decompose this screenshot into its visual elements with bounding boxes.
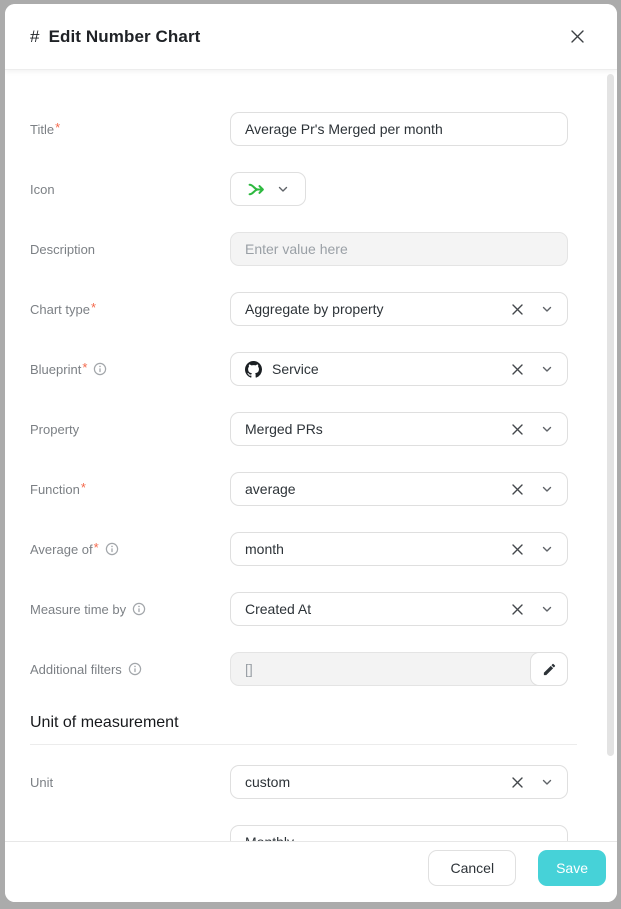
modal-form: Title* Icon: [5, 70, 617, 841]
icon-label: Icon: [30, 182, 55, 197]
pencil-icon: [542, 662, 557, 677]
chevron-down-icon[interactable]: [541, 423, 553, 435]
average-of-value: month: [245, 541, 503, 557]
additional-filters-input: [230, 652, 568, 686]
custom-unit-input[interactable]: [230, 825, 568, 841]
additional-filters-label: Additional filters: [30, 662, 122, 677]
modal-footer: Cancel Save: [5, 841, 617, 902]
form-row-custom-unit: [30, 825, 617, 841]
modal-title-text: Edit Number Chart: [49, 27, 201, 46]
clear-icon[interactable]: [511, 603, 524, 616]
title-input[interactable]: [230, 112, 568, 146]
form-row-additional-filters: Additional filters: [30, 652, 617, 686]
description-input[interactable]: [230, 232, 568, 266]
blueprint-value: Service: [245, 361, 503, 378]
form-row-unit: Unit custom: [30, 765, 617, 799]
form-row-title: Title*: [30, 112, 617, 146]
function-value: average: [245, 481, 503, 497]
info-icon[interactable]: [93, 362, 107, 376]
measure-time-by-select[interactable]: Created At: [230, 592, 568, 626]
close-button[interactable]: [563, 23, 591, 51]
chart-type-select[interactable]: Aggregate by property: [230, 292, 568, 326]
git-merge-icon: [248, 181, 265, 198]
form-row-measure-time-by: Measure time by Created At: [30, 592, 617, 626]
chart-type-value: Aggregate by property: [245, 301, 503, 317]
form-row-function: Function* average: [30, 472, 617, 506]
unit-label: Unit: [30, 775, 53, 790]
edit-filters-button[interactable]: [530, 652, 568, 686]
required-asterisk: *: [55, 120, 60, 135]
clear-icon[interactable]: [511, 423, 524, 436]
form-row-chart-type: Chart type* Aggregate by property: [30, 292, 617, 326]
chevron-down-icon[interactable]: [541, 303, 553, 315]
cancel-button[interactable]: Cancel: [428, 850, 516, 886]
clear-icon[interactable]: [511, 483, 524, 496]
info-icon[interactable]: [132, 602, 146, 616]
chevron-down-icon[interactable]: [541, 543, 553, 555]
title-label: Title*: [30, 122, 60, 137]
description-label: Description: [30, 242, 95, 257]
section-unit-of-measurement: Unit of measurement: [30, 714, 577, 745]
chart-type-label: Chart type*: [30, 302, 96, 317]
measure-time-by-value: Created At: [245, 601, 503, 617]
info-icon[interactable]: [128, 662, 142, 676]
blueprint-value-text: Service: [272, 361, 319, 377]
section-title: Unit of measurement: [30, 714, 577, 732]
modal-header: # Edit Number Chart: [5, 4, 617, 70]
function-select[interactable]: average: [230, 472, 568, 506]
unit-value: custom: [245, 774, 503, 790]
required-asterisk: *: [81, 480, 86, 495]
property-select[interactable]: Merged PRs: [230, 412, 568, 446]
required-asterisk: *: [82, 360, 87, 375]
modal-title: # Edit Number Chart: [30, 27, 200, 47]
close-icon: [570, 29, 585, 44]
measure-time-by-label: Measure time by: [30, 602, 126, 617]
clear-icon[interactable]: [511, 543, 524, 556]
average-of-label: Average of*: [30, 542, 99, 557]
number-chart-hash-icon: #: [30, 27, 40, 46]
info-icon[interactable]: [105, 542, 119, 556]
edit-number-chart-modal: # Edit Number Chart Title* Icon: [5, 4, 617, 902]
section-divider: [30, 744, 577, 745]
property-label: Property: [30, 422, 79, 437]
unit-select[interactable]: custom: [230, 765, 568, 799]
github-icon: [245, 361, 262, 378]
save-button[interactable]: Save: [538, 850, 606, 886]
chevron-down-icon[interactable]: [541, 776, 553, 788]
chevron-down-icon[interactable]: [541, 483, 553, 495]
function-label: Function*: [30, 482, 86, 497]
blueprint-select[interactable]: Service: [230, 352, 568, 386]
form-row-description: Description: [30, 232, 617, 266]
form-row-property: Property Merged PRs: [30, 412, 617, 446]
required-asterisk: *: [94, 540, 99, 555]
clear-icon[interactable]: [511, 363, 524, 376]
form-row-icon: Icon: [30, 172, 617, 206]
icon-dropdown[interactable]: [230, 172, 306, 206]
scrollbar[interactable]: [607, 74, 614, 756]
chevron-down-icon: [277, 183, 289, 195]
blueprint-label: Blueprint*: [30, 362, 87, 377]
form-row-average-of: Average of* month: [30, 532, 617, 566]
average-of-select[interactable]: month: [230, 532, 568, 566]
clear-icon[interactable]: [511, 303, 524, 316]
required-asterisk: *: [91, 300, 96, 315]
property-value: Merged PRs: [245, 421, 503, 437]
chevron-down-icon[interactable]: [541, 363, 553, 375]
chevron-down-icon[interactable]: [541, 603, 553, 615]
form-row-blueprint: Blueprint* Service: [30, 352, 617, 386]
clear-icon[interactable]: [511, 776, 524, 789]
